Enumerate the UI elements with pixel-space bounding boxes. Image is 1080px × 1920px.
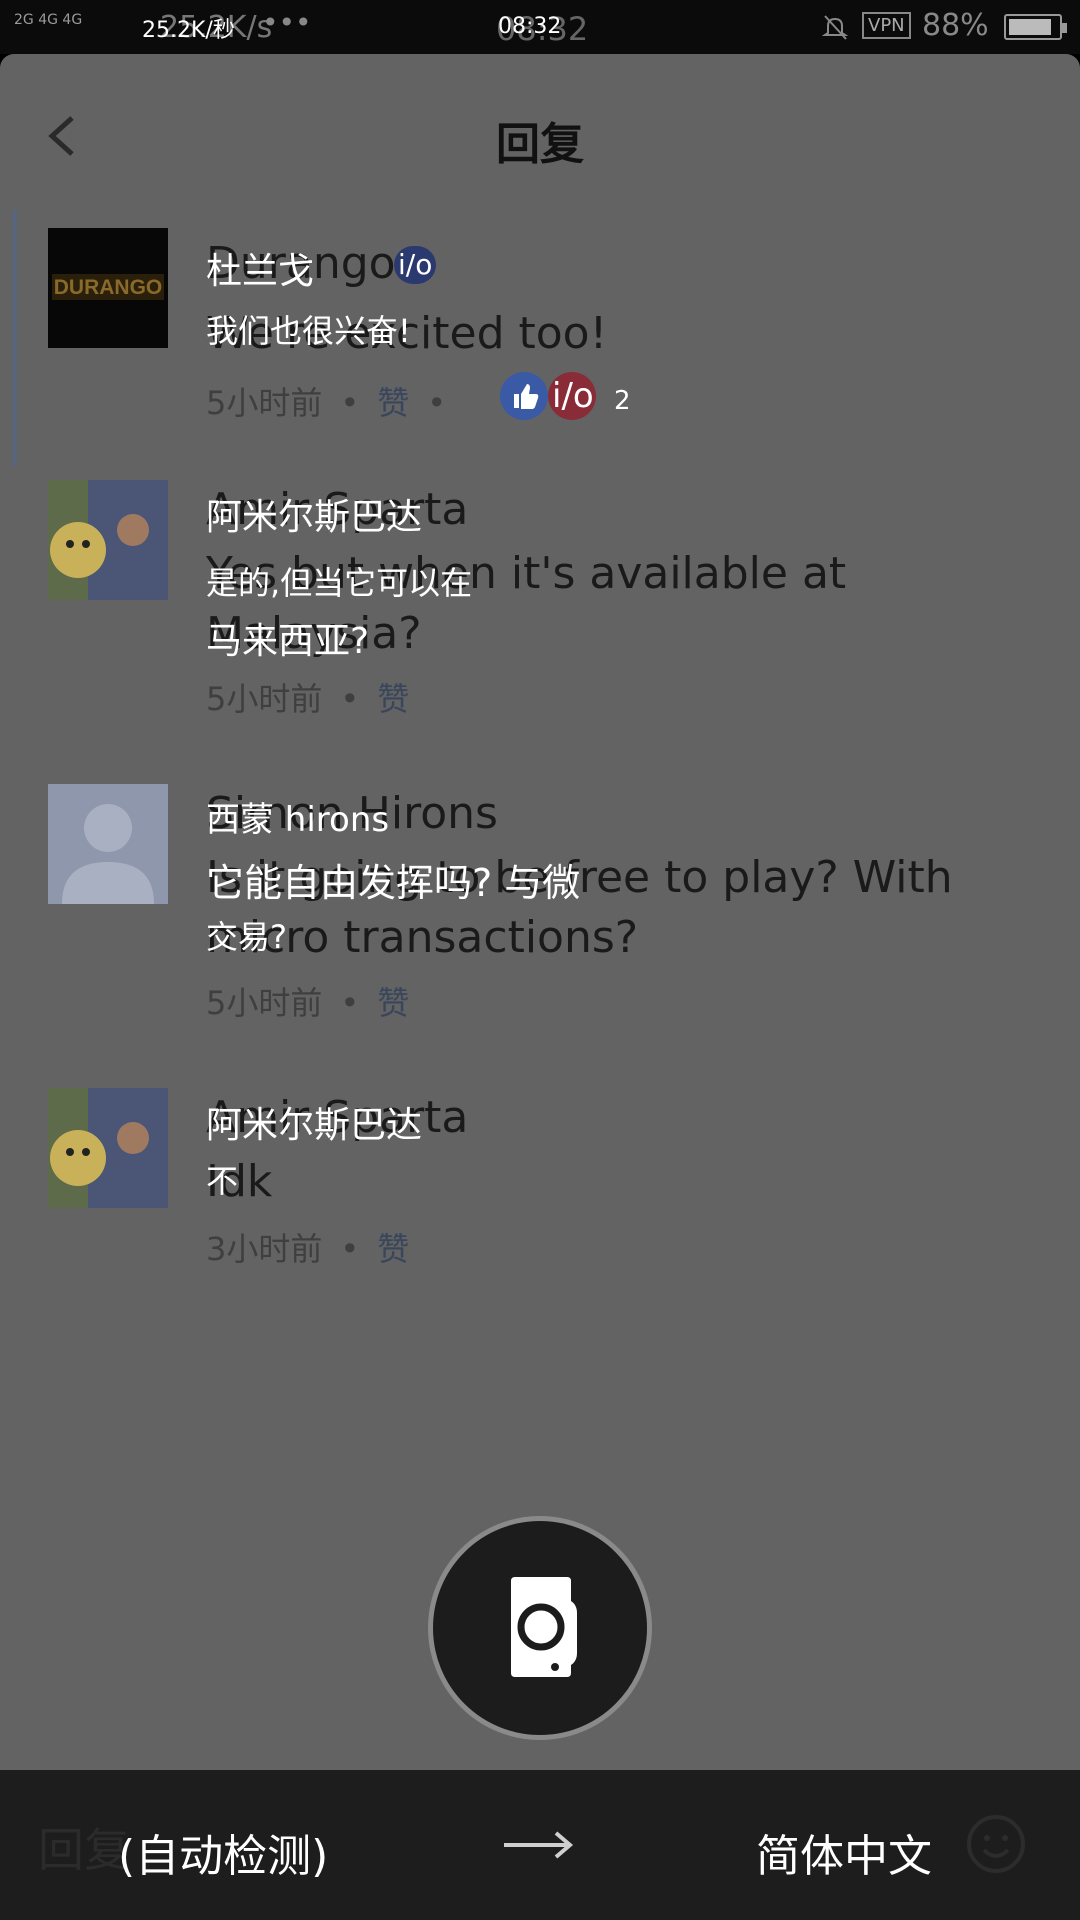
comment-text-translation-line1: 它能自由发挥吗? 与微 bbox=[206, 861, 581, 905]
signal-indicator: 2G 4G 4G bbox=[14, 12, 83, 28]
timestamp: 5小时前 bbox=[206, 384, 323, 422]
camera-icon bbox=[511, 1577, 577, 1677]
list-item: Amir Sparta 阿米尔斯巴达 Yes but when it's ava… bbox=[0, 466, 1080, 770]
timestamp: 3小时前 bbox=[206, 1230, 323, 1268]
comment-meta: 5小时前 • 赞 • bbox=[206, 384, 447, 422]
highlight-bar bbox=[12, 210, 17, 466]
comment-text-translation: 不 bbox=[206, 1162, 239, 1200]
network-speed: 25.2K/秒 bbox=[142, 18, 235, 43]
camera-button[interactable] bbox=[428, 1516, 652, 1740]
comment-meta: 5小时前 • 赞 bbox=[206, 680, 410, 718]
target-language-button[interactable]: 简体中文 bbox=[756, 1820, 932, 1884]
status-bar: 2G 4G 4G 25.2K/s 25.2K/秒 ••• 08:32 08:32… bbox=[0, 0, 1080, 54]
list-item: Simon Hirons 西蒙 hirons Is it going to be… bbox=[0, 770, 1080, 1074]
comment-text-translation-line1: 是的,但当它可以在 bbox=[206, 564, 473, 602]
like-button[interactable]: 赞 bbox=[377, 1230, 409, 1268]
comment-meta: 5小时前 • 赞 bbox=[206, 984, 410, 1022]
page-title: 回复 bbox=[496, 119, 584, 170]
author-name-translation: 阿米尔斯巴达 bbox=[206, 497, 423, 538]
author-badge: i/o bbox=[394, 246, 437, 284]
list-item: Amir Sparta 阿米尔斯巴达 Idk 不 3小时前 • 赞 bbox=[0, 1074, 1080, 1330]
timestamp: 5小时前 bbox=[206, 680, 323, 718]
like-button[interactable]: 赞 bbox=[377, 680, 409, 718]
reply-input-placeholder[interactable]: 回复 bbox=[38, 1814, 130, 1880]
arrow-right-icon[interactable] bbox=[502, 1830, 574, 1860]
author-name-translation: 西蒙 hirons bbox=[206, 800, 390, 840]
like-button[interactable]: 赞 bbox=[377, 384, 409, 422]
avatar[interactable]: DURANGO bbox=[48, 228, 168, 348]
comment-text: Idk bbox=[206, 1156, 273, 1207]
timestamp: 5小时前 bbox=[206, 984, 323, 1022]
svg-text:DURANGO: DURANGO bbox=[54, 276, 163, 299]
more-dots: ••• bbox=[262, 6, 312, 39]
comment-text-translation: 我们也很兴奋! bbox=[206, 312, 411, 350]
header: 回复 bbox=[0, 54, 1080, 210]
like-icon[interactable] bbox=[500, 372, 548, 420]
reaction-badge: i/o bbox=[552, 376, 594, 416]
author-name-translation: 杜兰戈 bbox=[206, 251, 315, 292]
author-name-translation: 阿米尔斯巴达 bbox=[206, 1105, 423, 1146]
smile-icon[interactable] bbox=[966, 1814, 1026, 1874]
avatar[interactable] bbox=[48, 480, 168, 600]
source-language-button[interactable]: (自动检测) bbox=[118, 1820, 328, 1884]
comment-text-translation-line2: 马来西亚? bbox=[206, 621, 370, 662]
comment-meta: 3小时前 • 赞 bbox=[206, 1230, 410, 1268]
comment-text-translation-line2: 交易? bbox=[206, 918, 287, 956]
battery-percent: 88% bbox=[922, 8, 989, 43]
bell-off-icon bbox=[821, 15, 849, 40]
like-button[interactable]: 赞 bbox=[377, 984, 409, 1022]
vpn-indicator: VPN bbox=[862, 12, 911, 39]
battery-icon bbox=[1004, 14, 1067, 40]
avatar[interactable] bbox=[48, 784, 168, 904]
reaction-count[interactable]: 2 bbox=[614, 386, 631, 416]
clock: 08:32 bbox=[498, 14, 562, 39]
list-item: DURANGO Durango 杜兰戈 i/o We're excited to… bbox=[0, 210, 1080, 466]
translation-bar: 回复 (自动检测) 简体中文 bbox=[0, 1770, 1080, 1920]
avatar[interactable] bbox=[48, 1088, 168, 1208]
